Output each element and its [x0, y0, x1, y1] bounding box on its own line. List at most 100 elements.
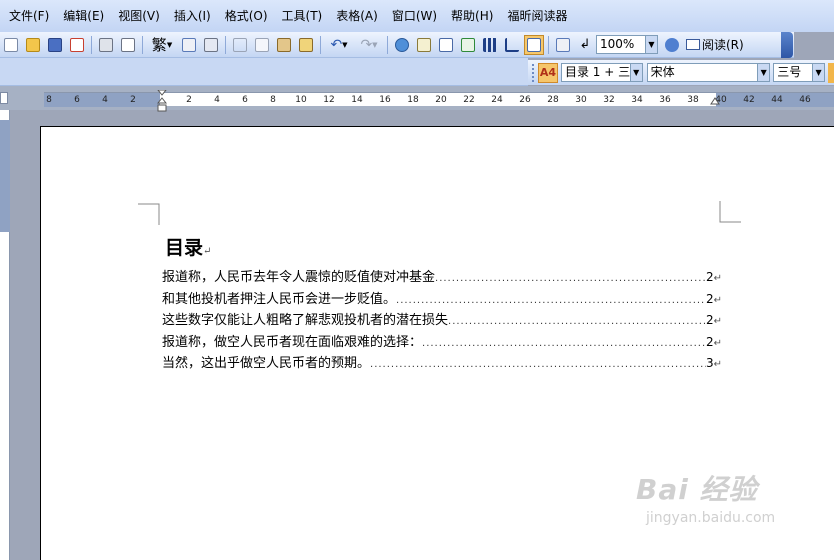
toc-entry-text: 当然，这出乎做空人民币者的预期。 — [162, 356, 371, 371]
format-painter-icon — [299, 37, 313, 52]
copy-icon — [255, 37, 269, 52]
right-indent-marker-icon[interactable] — [710, 96, 720, 106]
tables-borders-button[interactable] — [414, 35, 434, 55]
toolbar-separator — [225, 35, 226, 54]
new-document-button[interactable] — [1, 35, 21, 55]
toolbar-separator — [548, 35, 549, 54]
toc-entry-text: 这些数字仅能让人粗略了解悲观投机者的潜在损失 — [162, 313, 449, 328]
research-icon — [204, 37, 218, 52]
print-button[interactable] — [96, 35, 116, 55]
insert-excel-button[interactable] — [458, 35, 478, 55]
font-dropdown-arrow[interactable]: ▼ — [758, 63, 771, 82]
print-preview-button[interactable] — [118, 35, 138, 55]
undo-icon: ↶ — [330, 36, 343, 53]
watermark-url: jingyan.baidu.com — [646, 510, 776, 526]
menu-table[interactable]: 表格(A) — [329, 5, 385, 27]
insert-table-button[interactable] — [436, 35, 456, 55]
font-size-dropdown-arrow[interactable]: ▼ — [813, 63, 826, 82]
permission-button[interactable] — [67, 35, 87, 55]
print-preview-icon — [121, 37, 135, 52]
paste-button[interactable] — [274, 35, 294, 55]
excel-icon — [461, 37, 475, 52]
show-hide-button[interactable] — [553, 35, 573, 55]
help-button[interactable] — [662, 35, 682, 55]
redo-icon: ↷ — [360, 36, 373, 53]
zoom-select[interactable]: 100% — [596, 35, 646, 54]
ruler-tick: 36 — [659, 95, 671, 105]
toolbar-separator — [387, 35, 388, 54]
toc-page-number: 2 — [705, 270, 714, 284]
styles-formatting-button[interactable]: A4 — [538, 62, 558, 83]
menu-bar: 文件(F) 编辑(E) 视图(V) 插入(I) 格式(O) 工具(T) 表格(A… — [0, 0, 834, 32]
toc-entry[interactable]: 报道称，人民币去年令人震惊的贬值使对冲基金 ..................… — [162, 266, 722, 288]
toolbar-dock — [0, 58, 528, 86]
document-map-button[interactable] — [524, 34, 544, 55]
columns-button[interactable] — [480, 35, 500, 55]
research-button[interactable] — [201, 35, 221, 55]
simplified-traditional-button[interactable]: 繁 ▼ — [147, 35, 177, 55]
format-painter-button[interactable] — [296, 35, 316, 55]
ruler-tick: 46 — [799, 95, 811, 105]
chevron-down-icon: ▼ — [372, 40, 378, 49]
toolbar-separator — [320, 35, 321, 54]
watermark-brand: Bai 经验 — [636, 473, 758, 506]
zoom-dropdown-arrow[interactable]: ▼ — [646, 35, 658, 54]
ruler-tick: 12 — [323, 95, 335, 105]
toc-entry-text: 和其他投机者押注人民币会进一步贬值。 — [162, 291, 397, 307]
style-select[interactable]: 目录 1 + 三 — [560, 63, 631, 82]
toc-entry[interactable]: 当然，这出乎做空人民币者的预期。 .......................… — [162, 352, 722, 374]
simplified-traditional-label: 繁 — [151, 36, 167, 54]
toc-title: 目录 — [165, 237, 204, 259]
read-label: 阅读(R) — [702, 38, 744, 52]
ruler-tick: 16 — [379, 95, 391, 105]
toolbar-separator — [142, 35, 143, 54]
style-dropdown-arrow[interactable]: ▼ — [630, 63, 643, 82]
paragraph-mark-icon: ↵ — [713, 337, 722, 349]
toc-entry-text: 报道称，做空人民币者现在面临艰难的选择： — [162, 334, 423, 350]
redo-button[interactable]: ↷ ▼ — [355, 35, 383, 55]
tables-borders-icon — [417, 37, 431, 52]
menu-file[interactable]: 文件(F) — [2, 5, 56, 27]
toc-entry[interactable]: 报道称，做空人民币者现在面临艰难的选择： ...................… — [162, 331, 722, 353]
paragraph-mark-icon: ↵ — [713, 316, 722, 327]
menu-help[interactable]: 帮助(H) — [444, 5, 500, 27]
indent-marker-icon[interactable] — [157, 90, 167, 112]
font-size-select[interactable]: 三号 — [773, 63, 814, 82]
menu-format[interactable]: 格式(O) — [218, 5, 275, 27]
paragraph-mark-icon: ↵ — [713, 359, 722, 370]
spelling-button[interactable] — [179, 35, 199, 55]
tab-selector[interactable] — [0, 92, 8, 104]
open-button[interactable] — [23, 35, 43, 55]
menu-edit[interactable]: 编辑(E) — [56, 5, 111, 27]
toc-entry[interactable]: 和其他投机者押注人民币会进一步贬值。 .....................… — [162, 288, 722, 310]
toolbar-grip[interactable] — [532, 63, 535, 82]
undo-button[interactable]: ↶ ▼ — [325, 35, 353, 55]
baidu-jingyan-watermark: Bai 经验 jingyan.baidu.com — [636, 468, 796, 548]
bold-button[interactable] — [828, 62, 834, 83]
paragraph-mark-button[interactable]: ↲ — [575, 35, 595, 55]
copy-button[interactable] — [252, 35, 272, 55]
font-select[interactable]: 宋体 — [646, 63, 759, 82]
formatting-toolbar: A4 目录 1 + 三 ▼ 宋体 ▼ 三号 ▼ — [528, 60, 834, 85]
toc-page-number: 2 — [705, 291, 714, 306]
save-icon — [48, 37, 62, 52]
drawing-button[interactable] — [502, 35, 522, 55]
menu-insert[interactable]: 插入(I) — [167, 5, 218, 27]
paragraph-mark-icon: ↵ — [713, 273, 722, 284]
top-right-crop-mark-icon — [719, 201, 741, 223]
save-button[interactable] — [45, 35, 65, 55]
menu-tools[interactable]: 工具(T) — [275, 5, 330, 27]
toc-entry[interactable]: 这些数字仅能让人粗略了解悲观投机者的潜在损失 .................… — [162, 309, 722, 331]
menu-foxit-reader[interactable]: 福昕阅读器 — [500, 5, 574, 27]
cut-button[interactable] — [230, 35, 250, 55]
ruler-tick: 6 — [242, 95, 248, 105]
menu-window[interactable]: 窗口(W) — [385, 5, 444, 27]
read-button[interactable]: 阅读(R) — [683, 36, 747, 53]
toc-heading[interactable]: 目录↵ — [165, 233, 211, 260]
hyperlink-button[interactable] — [392, 35, 412, 55]
toc-dot-leader: ........................................… — [370, 359, 706, 370]
toolbar-options-button[interactable] — [781, 32, 793, 58]
drawing-icon — [505, 37, 519, 52]
menu-view[interactable]: 视图(V) — [111, 5, 167, 27]
vertical-ruler[interactable] — [0, 110, 10, 560]
